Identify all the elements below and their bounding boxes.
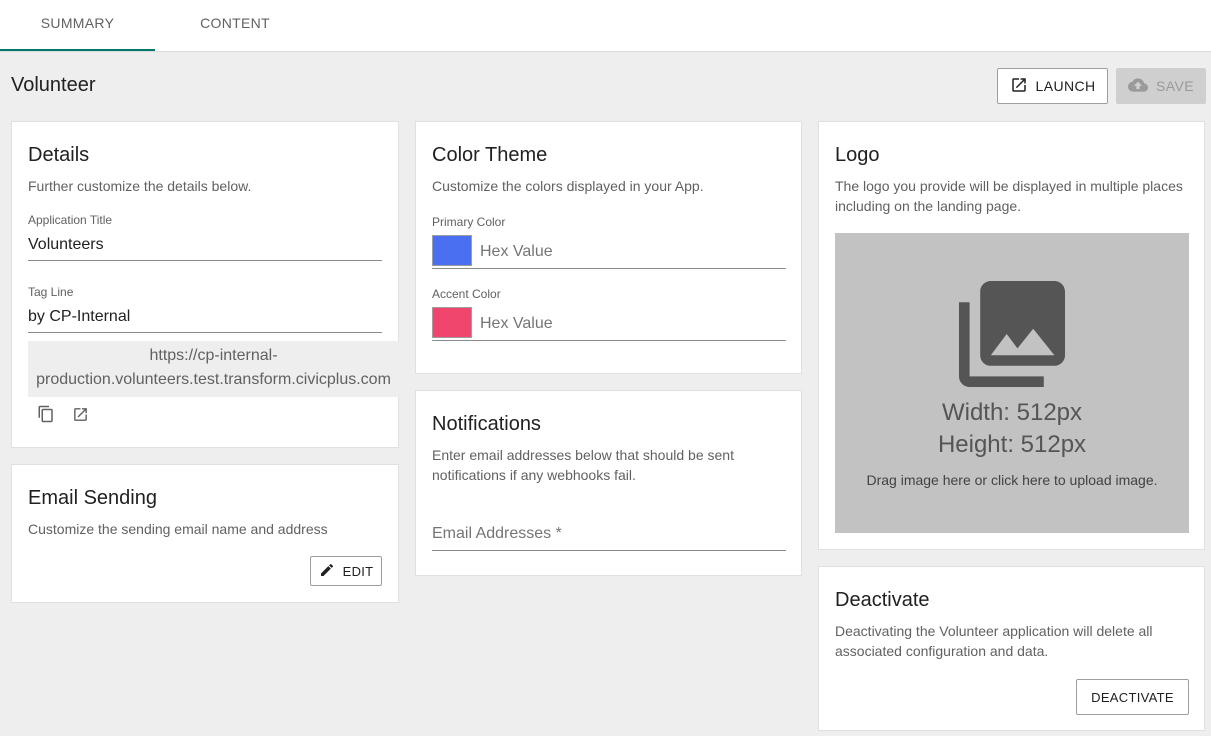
notifications-card: Notifications Enter email addresses belo… (415, 390, 802, 576)
primary-hex-input[interactable] (480, 243, 760, 261)
deactivate-label: DEACTIVATE (1091, 689, 1174, 705)
logo-width-text: Width: 512px (941, 399, 1083, 426)
color-theme-card: Color Theme Customize the colors display… (415, 121, 802, 374)
deactivate-description-1: Deactivating the Volunteer application w… (835, 623, 1153, 639)
logo-upload-dropzone[interactable]: Width: 512px Height: 512px Drag image he… (835, 233, 1189, 533)
application-title-label: Application Title (28, 213, 113, 227)
application-url: https://cp-internal- production.voluntee… (28, 341, 399, 397)
notifications-title: Notifications (432, 413, 541, 435)
email-sending-description: Customize the sending email name and add… (28, 521, 328, 537)
open-in-new-icon[interactable] (70, 404, 90, 424)
accent-color-label: Accent Color (432, 287, 501, 301)
tag-line-field[interactable]: by CP-Internal (28, 308, 382, 333)
tab-summary[interactable]: SUMMARY (0, 0, 155, 51)
details-title: Details (28, 144, 90, 166)
deactivate-description-2: associated configuration and data. (835, 643, 1049, 659)
open-in-new-icon (1010, 76, 1028, 97)
logo-description-2: including on the landing page. (835, 198, 1022, 214)
email-sending-card: Email Sending Customize the sending emai… (11, 464, 399, 603)
logo-card: Logo The logo you provide will be displa… (818, 121, 1205, 550)
accent-color-swatch[interactable] (432, 307, 472, 338)
copy-icon[interactable] (36, 404, 56, 424)
details-description: Further customize the details below. (28, 178, 252, 194)
edit-button[interactable]: EDIT (310, 556, 382, 586)
notifications-description-1: Enter email addresses below that should … (432, 447, 734, 463)
page-title: Volunteer (11, 74, 96, 96)
details-card: Details Further customize the details be… (11, 121, 399, 448)
tab-bar: SUMMARY CONTENT (0, 0, 1211, 52)
tab-content[interactable]: CONTENT (155, 0, 315, 51)
launch-button[interactable]: LAUNCH (997, 68, 1108, 104)
primary-color-label: Primary Color (432, 215, 506, 229)
deactivate-title: Deactivate (835, 589, 930, 611)
url-line-2: production.volunteers.test.transform.civ… (36, 371, 391, 388)
launch-label: LAUNCH (1035, 78, 1096, 94)
edit-label: EDIT (342, 563, 374, 579)
deactivate-button[interactable]: DEACTIVATE (1076, 679, 1189, 715)
pencil-icon (319, 562, 335, 581)
email-addresses-field (432, 525, 786, 551)
email-addresses-input[interactable] (432, 525, 786, 543)
application-title-field[interactable]: Volunteers (28, 236, 382, 261)
logo-description-1: The logo you provide will be displayed i… (835, 178, 1183, 194)
photo-library-icon (959, 281, 1065, 392)
logo-height-text: Height: 512px (937, 431, 1087, 458)
cloud-upload-icon (1128, 75, 1149, 98)
deactivate-card: Deactivate Deactivating the Volunteer ap… (818, 566, 1205, 731)
url-line-1: https://cp-internal- (149, 347, 278, 364)
accent-hex-input[interactable] (480, 315, 760, 333)
notifications-description-2: notifications if any webhooks fail. (432, 467, 636, 483)
color-theme-description: Customize the colors displayed in your A… (432, 178, 704, 194)
save-button[interactable]: SAVE (1116, 68, 1206, 104)
save-label: SAVE (1156, 78, 1194, 94)
color-theme-title: Color Theme (432, 144, 548, 166)
email-sending-title: Email Sending (28, 487, 157, 509)
tag-line-label: Tag Line (28, 285, 74, 299)
primary-color-swatch[interactable] (432, 235, 472, 266)
upload-hint: Drag image here or click here to upload … (866, 472, 1158, 488)
logo-title: Logo (835, 144, 880, 166)
